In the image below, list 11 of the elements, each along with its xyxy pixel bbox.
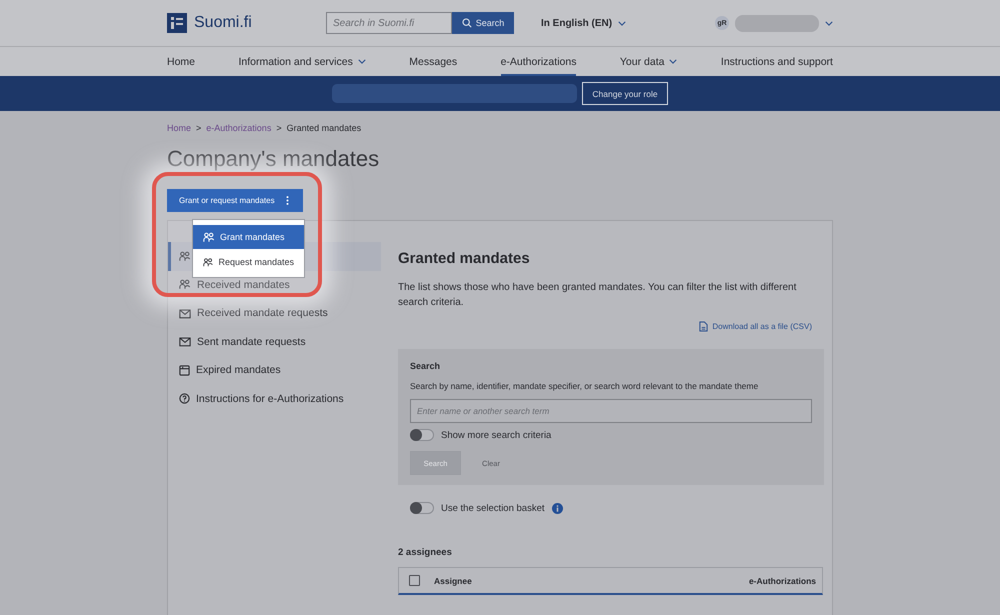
breadcrumb-separator: > [196, 123, 202, 133]
page-title: Company's mandates [167, 146, 380, 173]
description-text: The list shows those who have been granted mandates. You can filter the list with different search criteria. [398, 281, 798, 310]
search-hint: Search by name, identifier, mandate specifier, or search word relevant to the mandate theme [410, 381, 760, 391]
toggle-label: Show more search criteria [441, 430, 552, 440]
section-title: Granted mandates [398, 250, 531, 267]
search-heading: Search [410, 361, 442, 371]
result-count: 2 assignees [398, 547, 453, 558]
breadcrumb-separator: > [276, 123, 282, 133]
breadcrumb-current: Granted mandates [286, 123, 362, 133]
toggle-label: Use the selection basket [441, 502, 545, 514]
